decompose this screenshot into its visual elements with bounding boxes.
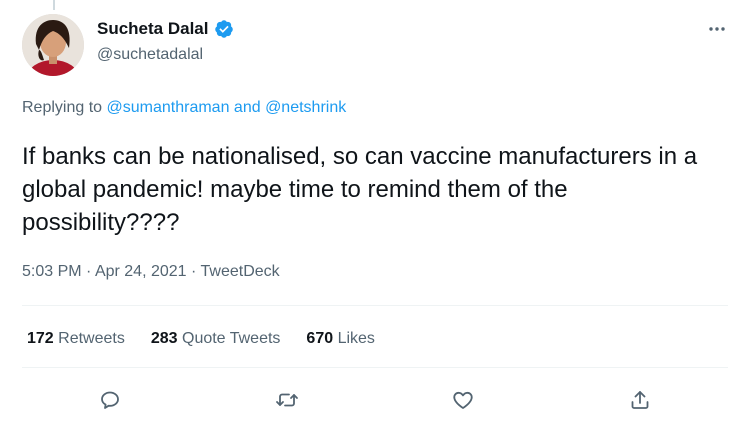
replying-to-line: Replying to @sumanthraman and @netshrink [22, 99, 346, 117]
divider-bottom [22, 367, 728, 368]
thread-connector-line [53, 0, 55, 10]
tweet-time[interactable]: 5:03 PM [22, 263, 82, 280]
share-icon[interactable] [626, 386, 654, 414]
likes-count: 670 [306, 330, 334, 347]
tweet-source-app[interactable]: TweetDeck [201, 263, 280, 280]
divider-top [22, 305, 728, 306]
tweet-text: If banks can be nationalised, so can vac… [22, 143, 698, 236]
likes-stat[interactable]: 670 Likes [306, 330, 375, 348]
action-bar [22, 386, 728, 416]
author-display-name[interactable]: Sucheta Dalal [97, 19, 209, 39]
meta-separator: · [81, 263, 95, 280]
retweet-icon[interactable] [273, 386, 301, 414]
reply-mention-conjunction[interactable]: and [229, 99, 265, 116]
verified-badge-icon [214, 19, 234, 39]
more-dots-icon[interactable] [706, 18, 728, 40]
reply-mention-2[interactable]: @netshrink [265, 99, 346, 116]
meta-separator: · [186, 263, 201, 280]
avatar[interactable] [22, 14, 84, 76]
quote-tweets-count: 283 [150, 330, 178, 347]
tweet-meta: 5:03 PM · Apr 24, 2021 · TweetDeck [22, 263, 280, 281]
heart-icon[interactable] [449, 386, 477, 414]
tweet-date[interactable]: Apr 24, 2021 [95, 263, 187, 280]
quote-tweets-stat[interactable]: 283 Quote Tweets [151, 330, 281, 348]
author-handle[interactable]: @suchetadalal [97, 46, 203, 64]
likes-label: Likes [333, 330, 375, 347]
retweets-count: 172 [27, 330, 54, 347]
engagement-stats: 172 Retweets 283 Quote Tweets 670 Likes [27, 330, 375, 348]
reply-icon[interactable] [96, 386, 124, 414]
retweets-label: Retweets [53, 330, 125, 347]
quote-tweets-label: Quote Tweets [177, 330, 281, 347]
replying-to-prefix: Replying to [22, 99, 107, 116]
author-name-row: Sucheta Dalal [97, 19, 234, 39]
reply-mention-1[interactable]: @sumanthraman [107, 99, 230, 116]
retweets-stat[interactable]: 172 Retweets [27, 330, 125, 348]
tweet-card: Sucheta Dalal @suchetadalal Replying to … [0, 0, 748, 430]
